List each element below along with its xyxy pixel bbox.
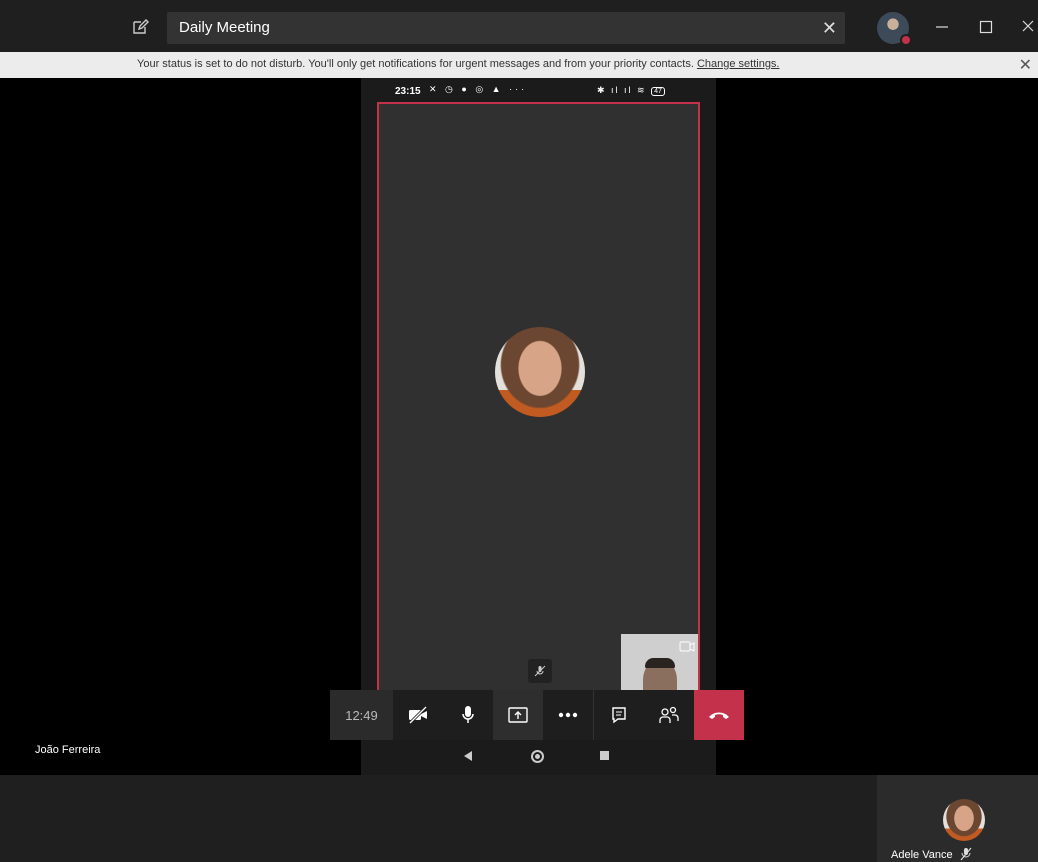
- compose-icon[interactable]: [130, 17, 150, 37]
- profile-avatar[interactable]: [877, 12, 912, 46]
- maximize-icon[interactable]: [974, 14, 998, 38]
- nav-back-icon[interactable]: [464, 751, 472, 761]
- do-not-disturb-badge: [900, 34, 912, 46]
- title-bar: Daily Meeting ✕: [0, 0, 1038, 52]
- phone-time: 23:15: [395, 86, 421, 97]
- phone-signal-icons: ✱ ıl ıl ≋ 47: [597, 85, 665, 96]
- meeting-title: Daily Meeting: [179, 19, 270, 36]
- more-icon: [558, 712, 578, 718]
- change-settings-link[interactable]: Change settings.: [697, 58, 780, 70]
- nav-recent-icon[interactable]: [600, 751, 609, 760]
- call-controls-group: [393, 690, 694, 740]
- switch-camera-icon[interactable]: [679, 640, 695, 654]
- participant-tile[interactable]: Adele Vance: [877, 775, 1038, 862]
- meeting-controls: 12:49: [330, 690, 744, 740]
- participants-button[interactable]: [644, 690, 694, 740]
- nav-home-icon[interactable]: [531, 750, 544, 763]
- caller-avatar: [495, 327, 585, 417]
- hang-up-button[interactable]: [694, 690, 744, 740]
- android-nav-bar: [361, 742, 716, 775]
- phone-notification-icons: ✕ ◷ ● ◎ ▲ ···: [429, 84, 528, 94]
- more-options-button[interactable]: [543, 690, 593, 740]
- participants-icon: [659, 706, 679, 723]
- microphone-button[interactable]: [443, 690, 493, 740]
- minimize-icon[interactable]: [930, 14, 954, 38]
- meeting-timer: 12:49: [330, 690, 393, 740]
- phone-call-view: [377, 102, 700, 702]
- participant-avatar: [943, 799, 985, 841]
- microphone-icon: [462, 706, 474, 723]
- video-off-button[interactable]: [393, 690, 443, 740]
- status-notice-bar: Your status is set to do not disturb. Yo…: [0, 52, 1038, 78]
- participant-name-label: João Ferreira: [35, 744, 101, 756]
- video-off-icon: [408, 706, 428, 724]
- phone-status-bar: 23:15 ✕ ◷ ● ◎ ▲ ··· ✱ ıl ıl ≋ 47: [361, 78, 716, 103]
- participant-strip: Adele Vance: [0, 775, 1038, 862]
- self-view-hair: [645, 658, 675, 668]
- notice-message: Your status is set to do not disturb. Yo…: [137, 58, 780, 70]
- clear-title-icon[interactable]: ✕: [822, 18, 837, 38]
- participant-tile-name: Adele Vance: [891, 849, 953, 861]
- meeting-title-field[interactable]: Daily Meeting ✕: [167, 12, 845, 44]
- muted-mic-icon: [959, 847, 973, 861]
- chat-icon: [612, 707, 626, 724]
- chat-button[interactable]: [594, 690, 644, 740]
- meeting-stage: 23:15 ✕ ◷ ● ◎ ▲ ··· ✱ ıl ıl ≋ 47 João Fe…: [0, 78, 1038, 775]
- muted-mic-icon: [528, 659, 552, 683]
- close-window-icon[interactable]: [1016, 14, 1038, 38]
- close-notice-icon[interactable]: ✕: [1019, 55, 1032, 75]
- shared-phone-screen: 23:15 ✕ ◷ ● ◎ ▲ ··· ✱ ıl ıl ≋ 47: [361, 78, 716, 775]
- hang-up-icon: [709, 712, 729, 719]
- share-screen-button[interactable]: [493, 690, 543, 740]
- battery-icon: 47: [651, 87, 665, 96]
- share-screen-icon: [508, 707, 528, 723]
